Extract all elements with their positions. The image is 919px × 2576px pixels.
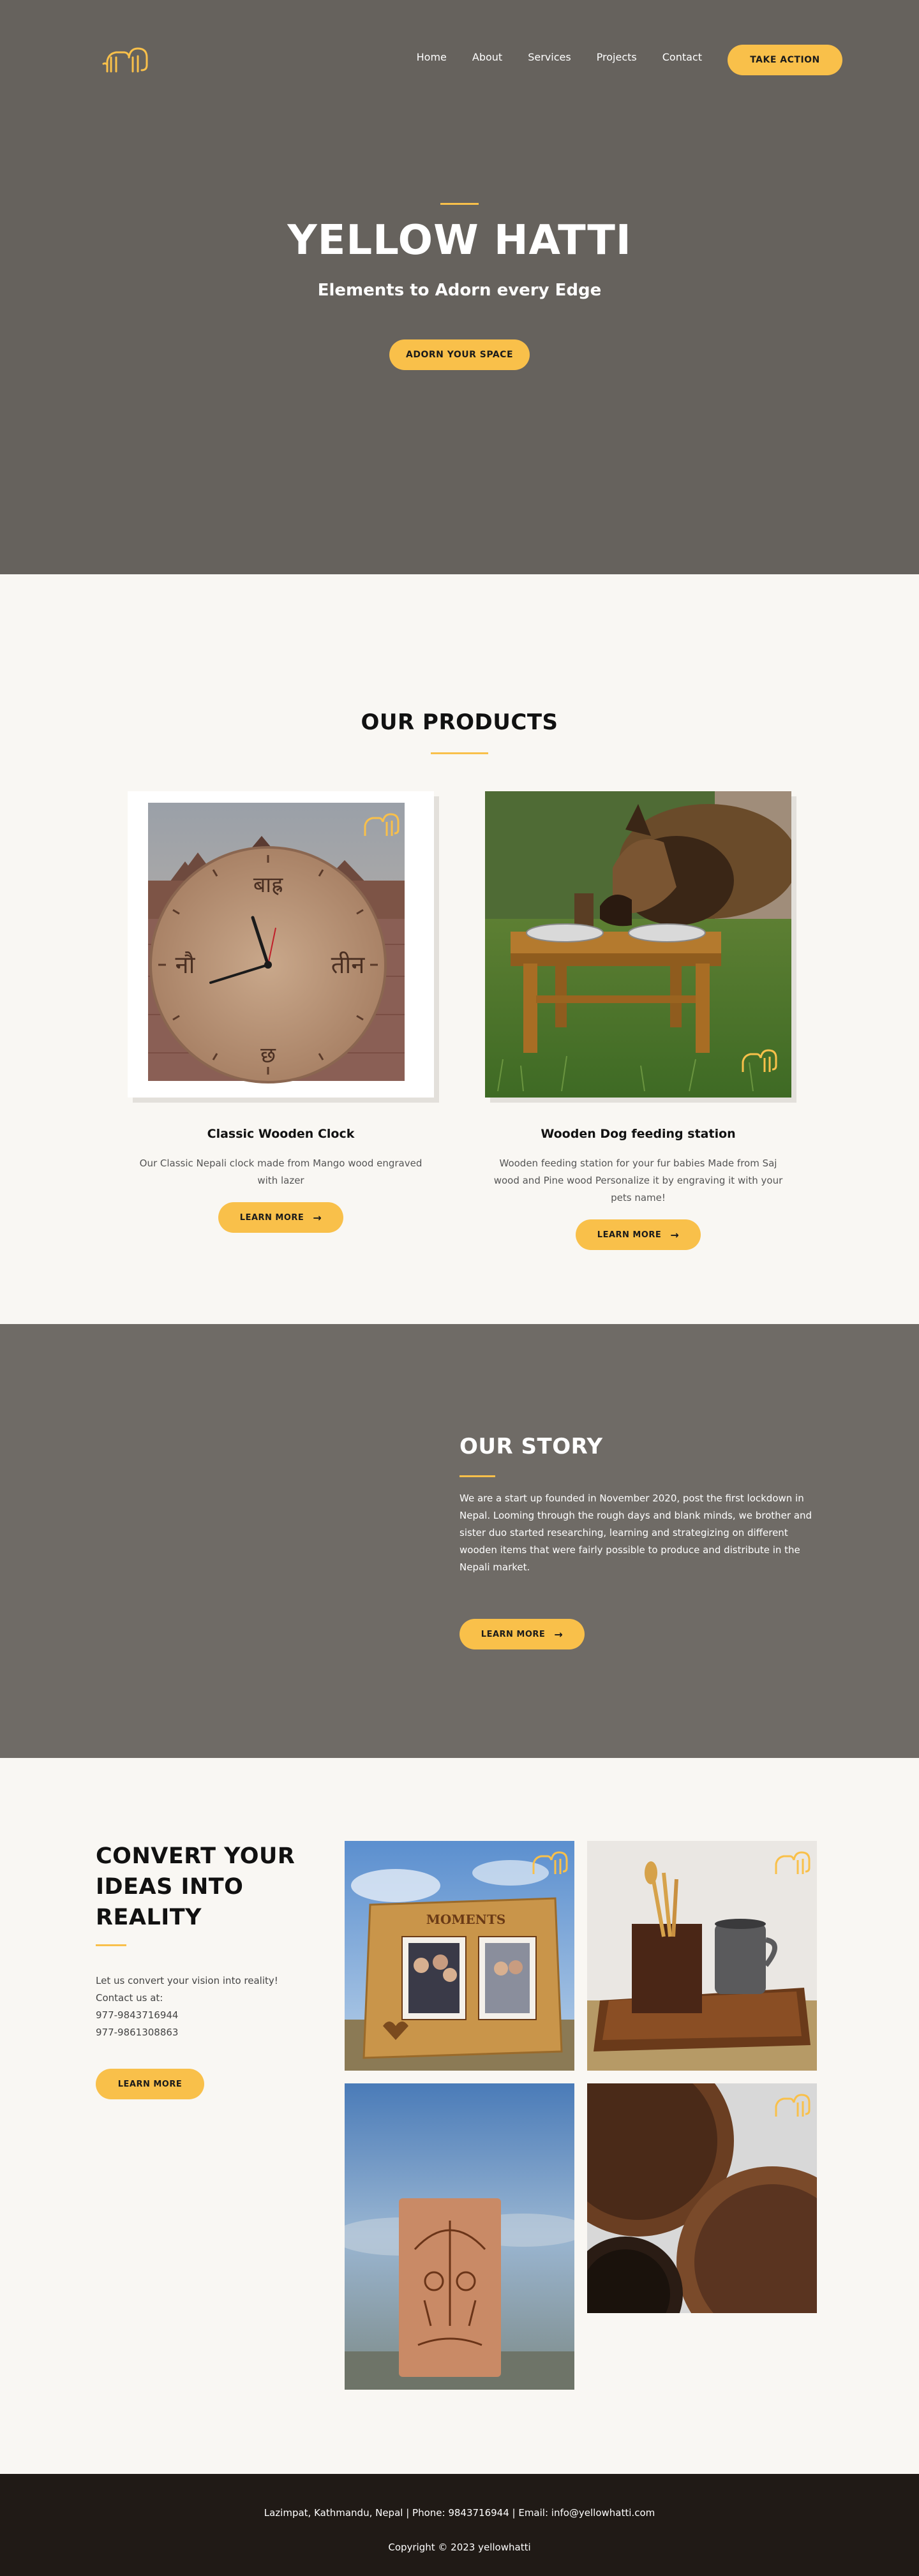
phone-number[interactable]: 977-9843716944 [96, 2007, 306, 2024]
phone-number[interactable]: 977-9861308863 [96, 2024, 306, 2041]
dog-feeder-image[interactable] [485, 791, 791, 1098]
navbar: Home About Services Projects Contact TAK… [0, 43, 919, 75]
story-title: OUR STORY [459, 1434, 603, 1459]
product-name: Wooden Dog feeding station [541, 1127, 736, 1141]
gallery-engraved-plaque[interactable] [345, 2083, 574, 2390]
nav-about[interactable]: About [472, 51, 502, 63]
contact-label: Contact us at: [96, 1992, 163, 2004]
hero-accent-line [440, 203, 479, 205]
clock-label-12: बाह्र [253, 872, 283, 898]
product-name: Classic Wooden Clock [207, 1127, 355, 1141]
our-story-section: OUR STORY We are a start up founded in N… [0, 1324, 919, 1758]
nav-contact[interactable]: Contact [662, 51, 702, 63]
convert-contact-text: Let us convert your vision into reality!… [96, 1972, 306, 2041]
convert-title: CONVERT YOUR IDEAS INTO REALITY [96, 1843, 295, 1930]
product-card-dog-feeder: Wooden Dog feeding station Wooden feedin… [485, 791, 791, 1250]
hero-title: YELLOW HATTI [287, 217, 632, 264]
learn-more-label: LEARN MORE [239, 1212, 304, 1223]
hero-section: Home About Services Projects Contact TAK… [0, 0, 919, 574]
learn-more-label: LEARN MORE [481, 1629, 546, 1639]
clock-image[interactable]: बाह्र नौ तीन छ [128, 791, 434, 1098]
convert-tagline: Let us convert your vision into reality! [96, 1975, 278, 1986]
products-title: OUR PRODUCTS [361, 710, 558, 735]
learn-more-button[interactable]: LEARN MORE → [576, 1219, 701, 1250]
adorn-your-space-button[interactable]: ADORN YOUR SPACE [389, 339, 530, 370]
take-action-button[interactable]: TAKE ACTION [728, 45, 842, 75]
product-card-clock: बाह्र नौ तीन छ Classic Wooden Clock Our … [128, 791, 434, 1233]
learn-more-label: LEARN MORE [597, 1230, 662, 1240]
story-text: We are a start up founded in November 20… [459, 1493, 812, 1573]
arrow-right-icon: → [313, 1211, 322, 1224]
clock-label-3: तीन [331, 951, 366, 979]
clock-label-9: नौ [176, 951, 196, 979]
nav-home[interactable]: Home [417, 51, 447, 63]
convert-learn-more-button[interactable]: LEARN MORE [96, 2069, 204, 2099]
nav-projects[interactable]: Projects [597, 51, 637, 63]
gallery-serving-tray[interactable] [587, 1841, 817, 2071]
convert-accent-line [96, 1944, 126, 1946]
gallery-wooden-bowls[interactable] [587, 2083, 817, 2313]
clock-label-6: छ [260, 1043, 276, 1068]
product-description: Our Classic Nepali clock made from Mango… [139, 1158, 422, 1186]
arrow-right-icon: → [670, 1228, 680, 1241]
footer-copyright: Copyright © 2023 yellowhatti [388, 2542, 531, 2553]
story-accent-line [459, 1475, 495, 1477]
arrow-right-icon: → [554, 1628, 564, 1641]
frame-label: MOMENTS [426, 1912, 506, 1927]
learn-more-button[interactable]: LEARN MORE → [218, 1202, 343, 1233]
product-description: Wooden feeding station for your fur babi… [493, 1158, 783, 1203]
nav-links: Home About Services Projects Contact [391, 51, 702, 63]
products-section: OUR PRODUCTS बाह्र नौ तीन छ Classic Wood… [0, 574, 919, 1324]
hero-subtitle: Elements to Adorn every Edge [317, 281, 602, 300]
elephant-logo-icon[interactable] [102, 43, 153, 75]
products-accent-line [431, 752, 488, 754]
nav-services[interactable]: Services [528, 51, 571, 63]
story-learn-more-button[interactable]: LEARN MORE → [459, 1619, 585, 1649]
convert-ideas-section: CONVERT YOUR IDEAS INTO REALITY Let us c… [0, 1758, 919, 2474]
footer-contact-info: Lazimpat, Kathmandu, Nepal | Phone: 9843… [264, 2507, 655, 2519]
footer: Lazimpat, Kathmandu, Nepal | Phone: 9843… [0, 2474, 919, 2576]
gallery-photo-frame[interactable]: MOMENTS [345, 1841, 574, 2071]
